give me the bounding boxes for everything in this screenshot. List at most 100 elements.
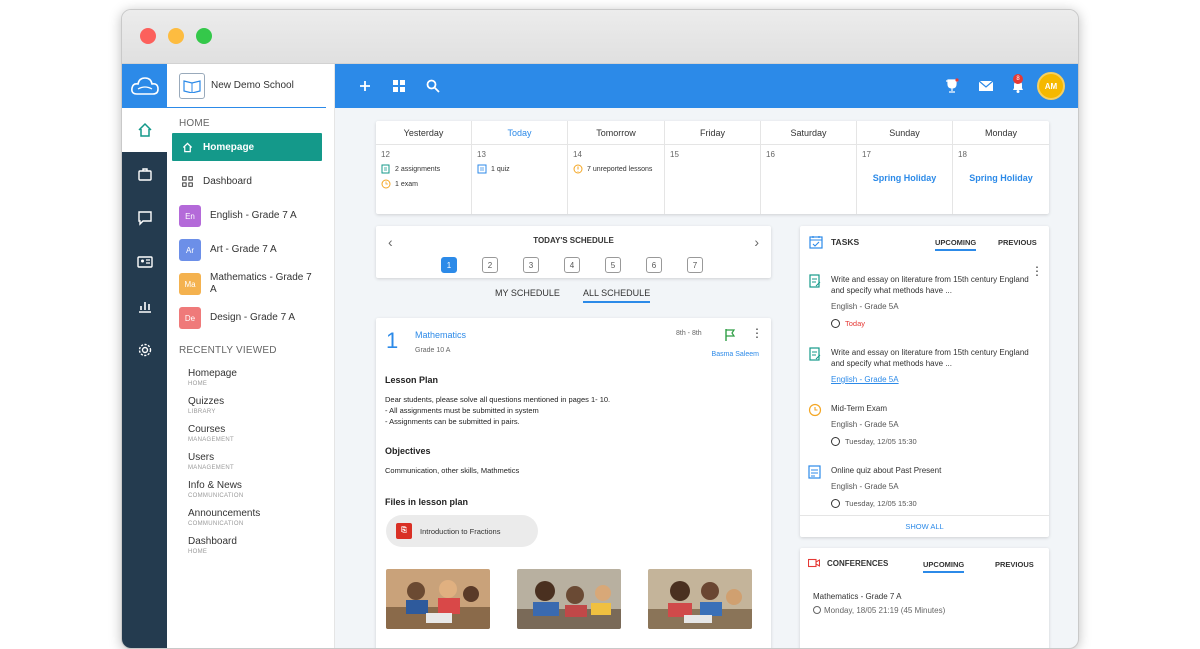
period-button[interactable]: 7 xyxy=(687,257,703,273)
calendar-day[interactable]: Tomorrow 14 7 unreported lessons xyxy=(568,121,665,214)
app-logo[interactable] xyxy=(122,64,167,108)
school-switcher[interactable]: New Demo School xyxy=(167,64,326,108)
rail-briefcase[interactable] xyxy=(122,152,167,196)
window-titlebar xyxy=(122,10,1078,64)
recent-item[interactable]: Homepage HOME xyxy=(167,368,334,387)
chevron-right-icon[interactable]: › xyxy=(754,234,759,250)
task-course: English - Grade 5A xyxy=(831,302,899,311)
grid-icon xyxy=(179,175,195,187)
course-english[interactable]: En English - Grade 7 A xyxy=(167,203,334,229)
tab-conferences-previous[interactable]: PREVIOUS xyxy=(995,560,1034,571)
rail-messages[interactable] xyxy=(122,196,167,240)
lesson-plan-heading: Lesson Plan xyxy=(385,375,439,385)
minimize-window-button[interactable] xyxy=(168,28,184,44)
calendar-day[interactable]: Sunday 17 Spring Holiday xyxy=(857,121,953,214)
conferences-panel: CONFERENCES UPCOMING PREVIOUS Mathematic… xyxy=(800,548,1049,648)
lesson-file-chip[interactable]: ⎘ Introduction to Fractions xyxy=(386,515,538,547)
files-heading: Files in lesson plan xyxy=(385,497,469,507)
more-vertical-icon[interactable]: ⋮ xyxy=(751,327,763,339)
lesson-plan-line: - Assignments can be submitted in pairs. xyxy=(385,417,520,426)
day-name: Sunday xyxy=(857,121,952,145)
lesson-teacher[interactable]: Basma Saleem xyxy=(712,351,759,358)
recent-item[interactable]: Info & News COMMUNICATION xyxy=(167,480,334,499)
period-button[interactable]: 3 xyxy=(523,257,539,273)
course-mathematics[interactable]: Ma Mathematics - Grade 7 A xyxy=(167,271,334,297)
plus-icon[interactable] xyxy=(357,78,373,94)
calendar-event[interactable]: 2 assignments xyxy=(376,164,471,174)
course-badge: En xyxy=(179,205,201,227)
id-card-icon xyxy=(136,256,153,268)
apps-grid-icon[interactable] xyxy=(391,78,407,94)
icon-rail xyxy=(122,64,167,648)
bar-chart-icon xyxy=(138,302,151,313)
show-all-link[interactable]: SHOW ALL xyxy=(800,515,1049,537)
tab-my-schedule[interactable]: MY SCHEDULE xyxy=(495,288,560,301)
period-button[interactable]: 2 xyxy=(482,257,498,273)
task-date: Today xyxy=(831,319,865,328)
rail-contacts[interactable] xyxy=(122,240,167,284)
lesson-photo[interactable] xyxy=(648,569,752,629)
lesson-photo[interactable] xyxy=(517,569,621,629)
mail-icon[interactable] xyxy=(978,78,994,94)
calendar-day[interactable]: Saturday 16 xyxy=(761,121,857,214)
top-bar: 8 AM xyxy=(335,64,1078,108)
recently-viewed-label: RECENTLY VIEWED xyxy=(179,345,277,356)
flag-icon[interactable] xyxy=(724,328,736,342)
recent-item[interactable]: Quizzes LIBRARY xyxy=(167,396,334,415)
period-button[interactable]: 5 xyxy=(605,257,621,273)
recent-item[interactable]: Courses MANAGEMENT xyxy=(167,424,334,443)
calendar-event[interactable]: 1 quiz xyxy=(472,164,567,174)
lesson-grade: Grade 10 A xyxy=(415,347,451,354)
calendar-day[interactable]: Friday 15 xyxy=(665,121,761,214)
nav-homepage-label: Homepage xyxy=(203,141,255,153)
nav-dashboard[interactable]: Dashboard xyxy=(167,167,334,195)
pdf-icon: ⎘ xyxy=(396,523,412,539)
day-number: 14 xyxy=(573,150,582,159)
notification-count-badge: 8 xyxy=(1013,74,1023,84)
conference-title[interactable]: Mathematics - Grade 7 A xyxy=(813,592,901,601)
clock-icon xyxy=(813,606,821,614)
calendar-day[interactable]: Yesterday 12 2 assignments 1 exam xyxy=(376,121,472,214)
rail-settings[interactable] xyxy=(122,328,167,372)
lesson-plan-line: Dear students, please solve all question… xyxy=(385,395,611,404)
rail-reports[interactable] xyxy=(122,284,167,328)
day-number: 16 xyxy=(766,150,775,159)
calendar-event[interactable]: 7 unreported lessons xyxy=(568,164,664,174)
calendar-day[interactable]: Today 13 1 quiz xyxy=(472,121,568,214)
trophy-icon[interactable] xyxy=(944,78,960,94)
recent-item[interactable]: Announcements COMMUNICATION xyxy=(167,508,334,527)
clock-icon xyxy=(831,437,840,446)
lesson-photo[interactable] xyxy=(386,569,490,629)
course-art[interactable]: Ar Art - Grade 7 A xyxy=(167,237,334,263)
nav-homepage[interactable]: Homepage xyxy=(172,133,322,161)
home-icon xyxy=(179,141,195,153)
lesson-plan-line: - All assignments must be submitted in s… xyxy=(385,406,539,415)
recent-item-title: Courses xyxy=(188,424,226,435)
recent-item[interactable]: Users MANAGEMENT xyxy=(167,452,334,471)
day-name: Friday xyxy=(665,121,760,145)
search-icon[interactable] xyxy=(425,78,441,94)
tab-all-schedule[interactable]: ALL SCHEDULE xyxy=(583,288,651,303)
tab-tasks-upcoming[interactable]: UPCOMING xyxy=(935,238,977,251)
tab-tasks-previous[interactable]: PREVIOUS xyxy=(998,238,1037,249)
maximize-window-button[interactable] xyxy=(196,28,212,44)
recent-item-category: HOME xyxy=(188,549,208,555)
lesson-subject[interactable]: Mathematics xyxy=(415,330,466,340)
home-section-label: HOME xyxy=(179,118,210,129)
period-button[interactable]: 4 xyxy=(564,257,580,273)
app-window: New Demo School HOME Homepage Dashboard … xyxy=(121,9,1079,649)
tab-conferences-upcoming[interactable]: UPCOMING xyxy=(923,560,965,573)
briefcase-icon xyxy=(137,168,152,181)
recent-item[interactable]: Dashboard HOME xyxy=(167,536,334,555)
task-course-link[interactable]: English - Grade 5A xyxy=(831,375,899,384)
rail-home[interactable] xyxy=(122,108,167,152)
period-button[interactable]: 1 xyxy=(441,257,457,273)
calendar-day[interactable]: Monday 18 Spring Holiday xyxy=(953,121,1049,214)
calendar-event[interactable]: 1 exam xyxy=(376,179,471,189)
more-vertical-icon[interactable]: ⋮ xyxy=(1031,265,1043,277)
course-design[interactable]: De Design - Grade 7 A xyxy=(167,305,334,331)
user-avatar[interactable]: AM xyxy=(1037,72,1065,100)
assignment-icon xyxy=(809,347,821,361)
close-window-button[interactable] xyxy=(140,28,156,44)
period-button[interactable]: 6 xyxy=(646,257,662,273)
